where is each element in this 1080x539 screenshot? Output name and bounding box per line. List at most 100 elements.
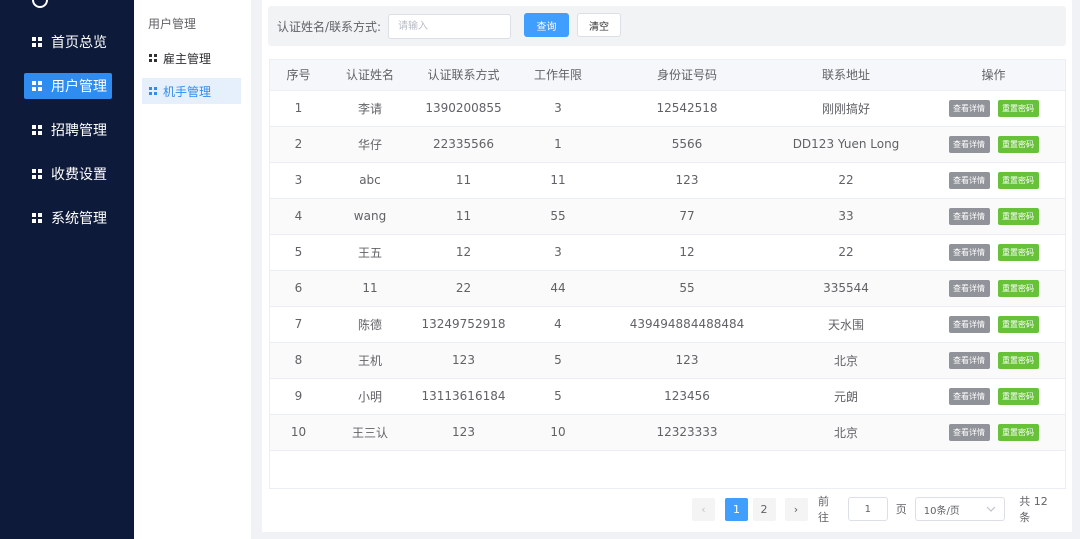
search-label: 认证姓名/联系方式: (277, 20, 382, 34)
view-details-button[interactable]: 查看详情 (948, 99, 990, 117)
cell-years: 11 (514, 162, 602, 199)
cell-years: 10 (514, 414, 602, 451)
pagination-pages-rest: 2 › (750, 497, 810, 521)
cell-id-card: 12323333 (602, 414, 772, 451)
reset-password-button[interactable]: 重置密码 (997, 279, 1039, 297)
cell-phone: 12 (413, 234, 514, 271)
sidebar-item-label: 系统管理 (51, 211, 107, 227)
cell-name: 李请 (327, 90, 413, 127)
cell-phone: 22 (413, 270, 514, 307)
cell-no: 10 (270, 414, 327, 451)
reset-password-button[interactable]: 重置密码 (997, 351, 1039, 369)
cell-name: 王五 (327, 234, 413, 271)
cell-no: 3 (270, 162, 327, 199)
reset-password-button[interactable]: 重置密码 (997, 135, 1039, 153)
subnav-item-employers[interactable]: 雇主管理 (142, 45, 241, 71)
view-details-button[interactable]: 查看详情 (948, 351, 990, 369)
grid-icon (32, 169, 42, 179)
prev-page-button[interactable]: ‹ (692, 497, 715, 521)
sidebar-item-users[interactable]: 用户管理 (24, 73, 112, 99)
cell-id-card: 77 (602, 198, 772, 235)
page-size-select[interactable]: 10条/页 (914, 497, 1006, 521)
cell-years: 1 (514, 126, 602, 163)
cell-name: 华仔 (327, 126, 413, 163)
view-details-button[interactable]: 查看详情 (948, 171, 990, 189)
column-header: 工作年限 (514, 60, 602, 91)
cell-actions: 查看详情 重置密码 (920, 234, 1065, 271)
view-details-button[interactable]: 查看详情 (948, 387, 990, 405)
cell-years: 3 (514, 90, 602, 127)
table-row: 6 11 22 44 55 335544 查看详情 重置密码 (270, 270, 1065, 307)
cell-name: 王机 (327, 342, 413, 379)
grid-icon (32, 125, 42, 135)
view-details-button[interactable]: 查看详情 (948, 279, 990, 297)
table-row: 8 王机 123 5 123 北京 查看详情 重置密码 (270, 342, 1065, 379)
reset-password-button[interactable]: 重置密码 (997, 243, 1039, 261)
sidebar-item-label: 用户管理 (51, 79, 107, 95)
page-button[interactable]: 2 (752, 497, 776, 521)
subnav-item-label: 雇主管理 (163, 51, 212, 66)
chevron-down-icon (986, 506, 996, 512)
table-row: 2 华仔 22335566 1 5566 DD123 Yuen Long 查看详情 重置密码 (270, 126, 1065, 163)
cell-address: 刚刚搞好 (772, 90, 920, 127)
cell-no: 1 (270, 90, 327, 127)
cell-address: 天水围 (772, 306, 920, 343)
next-page-button[interactable]: › (784, 497, 808, 521)
cell-years: 3 (514, 234, 602, 271)
cell-phone: 1390200855 (413, 90, 514, 127)
cell-no: 8 (270, 342, 327, 379)
view-details-button[interactable]: 查看详情 (948, 243, 990, 261)
sidebar-item-recruitment[interactable]: 招聘管理 (24, 117, 112, 143)
cell-phone: 11 (413, 198, 514, 235)
cell-address: 335544 (772, 270, 920, 307)
main-content: 认证姓名/联系方式: 查询 清空 序号 认证姓名 认证联系方式 工作年限 身份证… (262, 0, 1072, 532)
cell-actions: 查看详情 重置密码 (920, 414, 1065, 451)
view-details-button[interactable]: 查看详情 (948, 315, 990, 333)
table-row: 7 陈德 13249752918 4 439494884488484 天水围 查看详情 重置密… (270, 306, 1065, 343)
sidebar-item-label: 收费设置 (51, 167, 107, 183)
column-header: 序号 (270, 60, 327, 91)
reset-password-button[interactable]: 重置密码 (997, 207, 1039, 225)
cell-actions: 查看详情 重置密码 (920, 162, 1065, 199)
logo-icon (32, 0, 48, 8)
reset-password-button[interactable]: 重置密码 (997, 171, 1039, 189)
cell-id-card: 12 (602, 234, 772, 271)
cell-id-card: 123 (602, 162, 772, 199)
reset-password-button[interactable]: 重置密码 (997, 315, 1039, 333)
page-size-value: 10条/页 (923, 505, 960, 517)
grid-icon (32, 81, 42, 91)
subnav-item-label: 机手管理 (163, 84, 212, 99)
cell-no: 9 (270, 378, 327, 415)
reset-password-button[interactable]: 重置密码 (997, 99, 1039, 117)
page-button[interactable]: 1 (725, 497, 748, 521)
query-button[interactable]: 查询 (524, 13, 569, 37)
cell-address: 22 (772, 234, 920, 271)
pagination-controls: 前往 1 页 10条/页 共 12 条 (818, 495, 1062, 524)
grid-icon (149, 54, 157, 62)
reset-password-button[interactable]: 重置密码 (997, 423, 1039, 441)
cell-actions: 查看详情 重置密码 (920, 270, 1065, 307)
sidebar-item-system[interactable]: 系统管理 (24, 205, 112, 231)
subnav-item-operators[interactable]: 机手管理 (142, 78, 241, 104)
clear-button[interactable]: 清空 (577, 13, 621, 37)
view-details-button[interactable]: 查看详情 (948, 423, 990, 441)
table-row: 10 王三认 123 10 12323333 北京 查看详情 重置密码 (270, 414, 1065, 451)
goto-suffix: 页 (895, 503, 907, 516)
cell-no: 7 (270, 306, 327, 343)
pagination-pages: ‹ 1 (692, 497, 748, 521)
cell-address: 北京 (772, 342, 920, 379)
reset-password-button[interactable]: 重置密码 (997, 387, 1039, 405)
goto-page-input[interactable]: 1 (847, 497, 888, 521)
column-header: 联系地址 (772, 60, 920, 91)
sidebar-item-fees[interactable]: 收费设置 (24, 161, 112, 187)
cell-no: 2 (270, 126, 327, 163)
sidebar-item-dashboard[interactable]: 首页总览 (24, 29, 112, 55)
table-row: 9 小明 13113616184 5 123456 元朗 查看详情 重置密码 (270, 378, 1065, 415)
cell-name: 小明 (327, 378, 413, 415)
cell-phone: 11 (413, 162, 514, 199)
view-details-button[interactable]: 查看详情 (948, 207, 990, 225)
search-input[interactable] (388, 14, 511, 39)
cell-actions: 查看详情 重置密码 (920, 198, 1065, 235)
view-details-button[interactable]: 查看详情 (948, 135, 990, 153)
cell-address: 33 (772, 198, 920, 235)
